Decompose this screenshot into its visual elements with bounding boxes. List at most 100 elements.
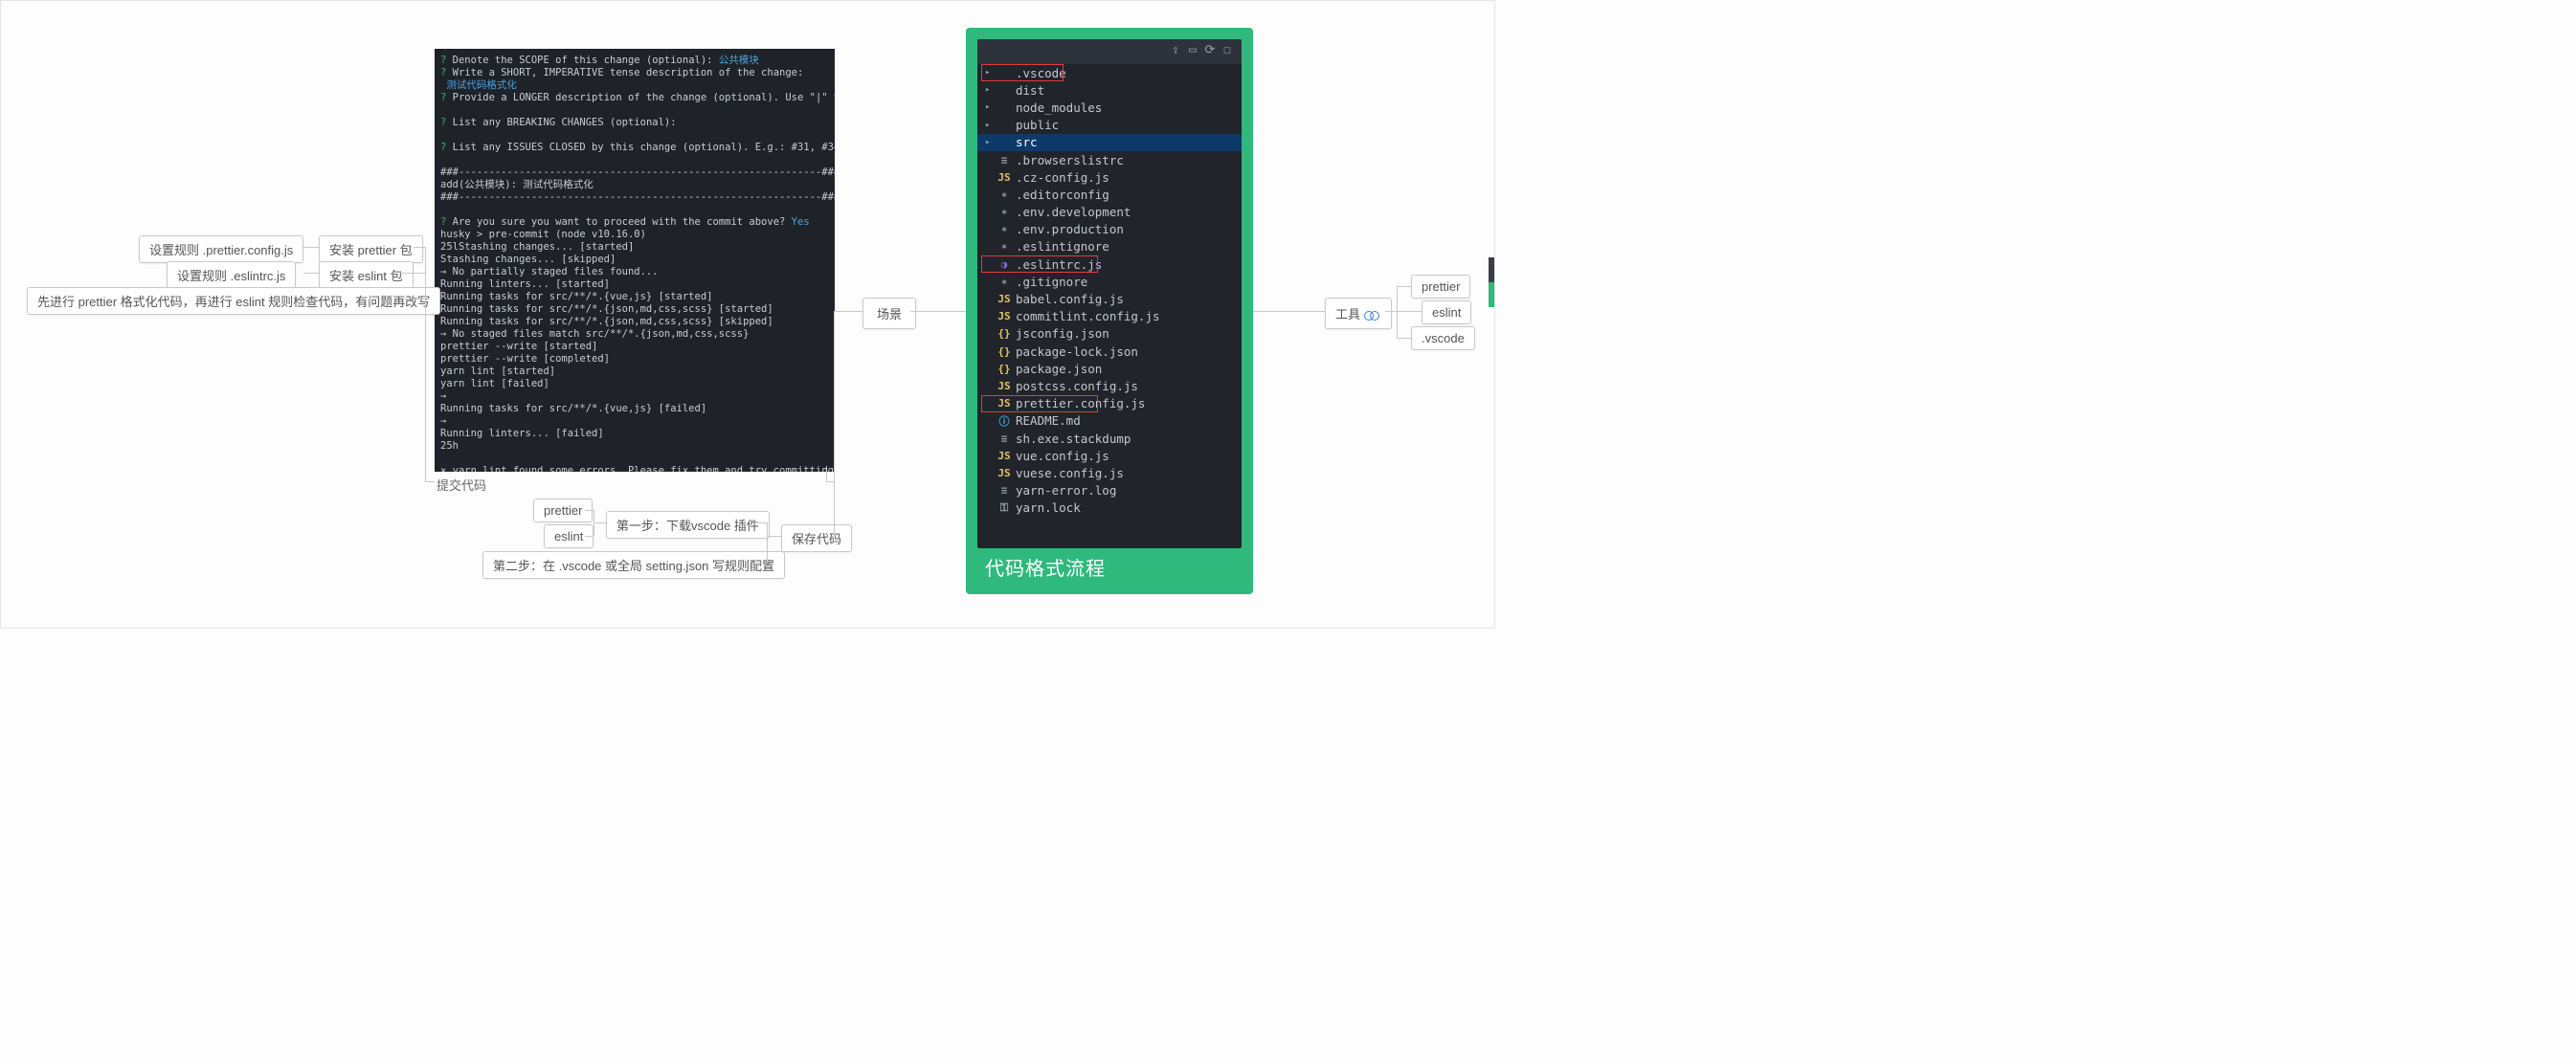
node-prettier-rule: 设置规则 .prettier.config.js <box>139 235 303 263</box>
txt-icon: ≡ <box>997 154 1012 166</box>
t: Are you sure you want to proceed with th… <box>453 216 792 228</box>
node-tools-label: 工具 <box>1335 307 1360 321</box>
connector <box>303 247 319 248</box>
js-icon: JS <box>997 293 1012 305</box>
collapse-icon[interactable]: ☐ <box>1221 44 1234 57</box>
connector <box>425 247 426 481</box>
connector <box>585 510 594 511</box>
node-install-eslint: 安装 eslint 包 <box>319 261 414 289</box>
explorer-row[interactable]: JSprettier.config.js <box>977 395 1242 412</box>
node-tool-vscode: .vscode <box>1411 326 1475 350</box>
explorer-row[interactable]: ⓘ README.md <box>977 412 1242 430</box>
js-icon: JS <box>997 467 1012 479</box>
refresh-icon[interactable]: ⟳ <box>1203 44 1217 57</box>
explorer-row[interactable]: ⚿yarn.lock <box>977 499 1242 517</box>
t: add(公共模块): 测试代码格式化 <box>440 179 594 190</box>
connector <box>767 536 781 537</box>
file-name: dist <box>1016 83 1044 98</box>
explorer-row[interactable]: ◑.eslintrc.js <box>977 255 1242 273</box>
explorer-row[interactable]: {} package-lock.json <box>977 343 1242 360</box>
file-name: babel.config.js <box>1016 292 1124 306</box>
txt-icon: ≡ <box>997 432 1012 445</box>
explorer-row[interactable]: ▸ dist <box>977 81 1242 99</box>
explorer-row[interactable]: ≡.browserslistrc <box>977 151 1242 168</box>
node-tool-prettier: prettier <box>1411 275 1470 299</box>
file-name: README.md <box>1016 413 1081 428</box>
explorer-row[interactable]: ✶.env.production <box>977 221 1242 238</box>
t: 公共模块 <box>719 55 759 66</box>
explorer-row[interactable]: JS vue.config.js <box>977 447 1242 464</box>
js-icon: JS <box>997 450 1012 462</box>
file-name: node_modules <box>1016 100 1102 115</box>
js-icon: JS <box>997 380 1012 392</box>
connector <box>1253 311 1325 312</box>
new-folder-icon[interactable]: ▭ <box>1186 44 1199 57</box>
chevron-right-icon: ▸ <box>985 121 995 130</box>
explorer-row[interactable]: JSvuese.config.js <box>977 464 1242 481</box>
cfg-icon: ✶ <box>997 206 1012 218</box>
connector <box>1397 286 1411 287</box>
file-name: .cz-config.js <box>1016 170 1109 185</box>
file-name: yarn-error.log <box>1016 483 1116 498</box>
brace-icon: {} <box>997 363 1012 375</box>
explorer-row[interactable]: ▸node_modules <box>977 99 1242 116</box>
file-name: package.json <box>1016 362 1102 376</box>
t: List any BREAKING CHANGES (optional): <box>453 117 677 128</box>
connector <box>303 273 319 274</box>
connector <box>594 522 606 523</box>
explorer-row[interactable]: ✶ .editorconfig <box>977 186 1242 203</box>
file-name: postcss.config.js <box>1016 379 1138 393</box>
info-icon: ⓘ <box>997 413 1012 429</box>
node-scene: 场景 <box>862 298 916 329</box>
node-step1: 第一步：下载vscode 插件 <box>606 511 770 539</box>
file-name: .gitignore <box>1016 275 1087 289</box>
explorer-row[interactable]: ▸.vscode <box>977 64 1242 81</box>
brace-icon: {} <box>997 345 1012 358</box>
lock-icon: ⚿ <box>997 501 1012 515</box>
explorer-row[interactable]: JS commitlint.config.js <box>977 308 1242 325</box>
file-name: src <box>1016 135 1038 149</box>
file-name: .editorconfig <box>1016 188 1109 202</box>
js-icon: JS <box>997 310 1012 322</box>
explorer-row[interactable]: JS .cz-config.js <box>977 168 1242 186</box>
explorer-row[interactable]: ▸ public <box>977 117 1242 134</box>
explorer-row[interactable]: ✶.eslintignore <box>977 238 1242 255</box>
explorer-row[interactable]: ✶.gitignore <box>977 273 1242 290</box>
cfg-icon: ✶ <box>997 240 1012 253</box>
explorer-row[interactable]: {} package.json <box>977 360 1242 377</box>
t: 测试代码格式化 <box>440 79 517 91</box>
txt-icon: ≡ <box>997 484 1012 497</box>
new-file-icon[interactable]: ⇪ <box>1169 44 1182 57</box>
side-tabs <box>1489 257 1494 307</box>
explorer-row[interactable]: JS postcss.config.js <box>977 377 1242 394</box>
node-tools: 工具 <box>1325 298 1392 329</box>
explorer-row[interactable]: ≡ sh.exe.stackdump <box>977 430 1242 447</box>
file-name: public <box>1016 118 1059 132</box>
t: husky > pre-commit (node v10.16.0) 25lSt… <box>440 229 835 472</box>
file-name: .eslintrc.js <box>1016 257 1102 272</box>
chevron-right-icon: ▸ <box>985 85 995 95</box>
explorer-row[interactable]: ✶ .env.development <box>977 204 1242 221</box>
connector <box>425 481 435 482</box>
diagram-canvas: ? Denote the SCOPE of this change (optio… <box>0 0 1495 629</box>
file-name: sh.exe.stackdump <box>1016 432 1131 446</box>
cfg-icon: ✶ <box>997 188 1012 201</box>
file-name: .vscode <box>1016 66 1066 80</box>
node-install-prettier: 安装 prettier 包 <box>319 235 423 263</box>
file-name: jsconfig.json <box>1016 326 1109 341</box>
explorer-row[interactable]: JS babel.config.js <box>977 290 1242 307</box>
file-name: package-lock.json <box>1016 344 1138 359</box>
connector <box>399 273 425 274</box>
t: Provide a LONGER description of the chan… <box>453 92 835 103</box>
connector <box>1397 338 1411 339</box>
js-icon: JS <box>997 171 1012 184</box>
explorer-row[interactable]: ≡ yarn-error.log <box>977 482 1242 499</box>
file-name: vue.config.js <box>1016 449 1109 463</box>
file-name: commitlint.config.js <box>1016 309 1160 323</box>
explorer-row[interactable]: ▸src <box>977 134 1242 151</box>
file-name: .env.development <box>1016 205 1131 219</box>
connector <box>826 466 827 481</box>
connector <box>414 247 425 248</box>
explorer-row[interactable]: {}jsconfig.json <box>977 325 1242 343</box>
node-save-code: 保存代码 <box>781 524 852 552</box>
